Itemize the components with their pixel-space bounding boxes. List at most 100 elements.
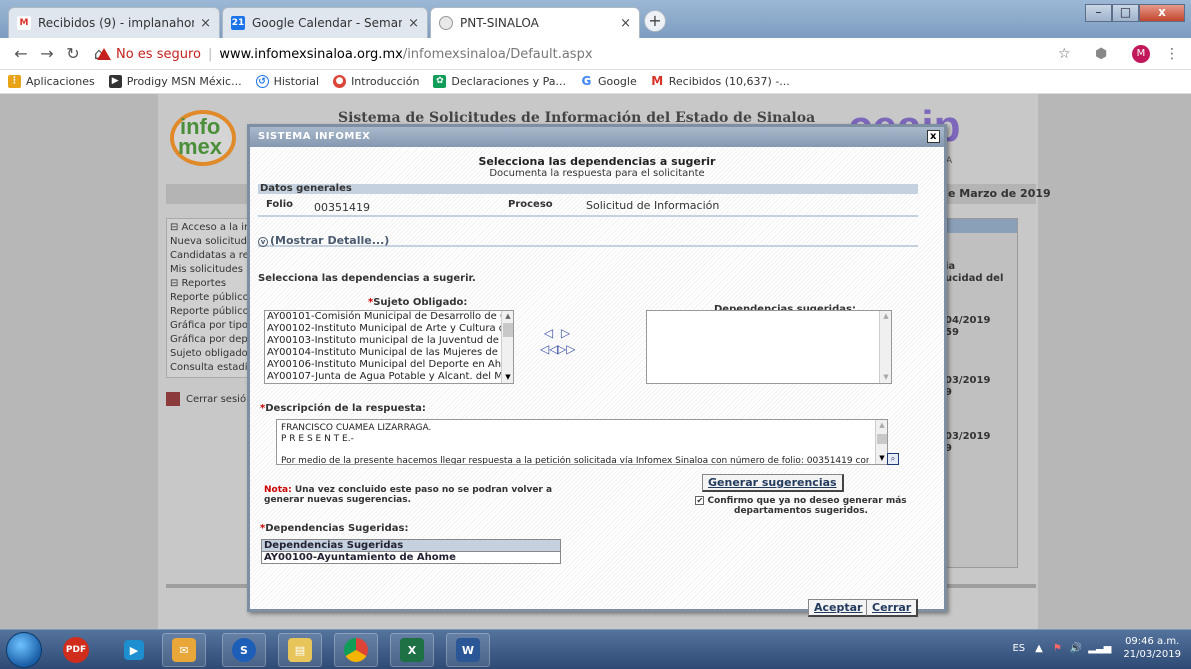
- signal-icon[interactable]: ▂▃▅: [1088, 643, 1111, 654]
- bookmark-declaraciones[interactable]: ✿ Declaraciones y Pa...: [433, 75, 566, 88]
- close-icon[interactable]: ×: [408, 16, 419, 31]
- close-icon[interactable]: ×: [200, 16, 211, 31]
- extension-icon[interactable]: ⬢: [1095, 46, 1107, 62]
- list-item[interactable]: AY00101-Comisión Municipal de Desarrollo…: [265, 311, 501, 323]
- scroll-thumb[interactable]: [877, 434, 887, 444]
- tab-gmail[interactable]: M Recibidos (9) - implanahome201 ×: [8, 7, 220, 38]
- volume-icon[interactable]: 🔊: [1070, 643, 1082, 654]
- magnifier-icon[interactable]: ⌕: [887, 453, 899, 465]
- star-icon[interactable]: ☆: [1058, 46, 1071, 62]
- back-icon[interactable]: ←: [8, 44, 34, 63]
- table-header: [941, 219, 1017, 233]
- reload-icon[interactable]: ↻: [60, 44, 86, 63]
- sujeto-obligado-listbox[interactable]: AY00101-Comisión Municipal de Desarrollo…: [264, 310, 514, 384]
- menu-icon[interactable]: ⋮: [1165, 46, 1179, 62]
- scroll-up-icon[interactable]: ▲: [880, 311, 892, 322]
- bookmark-label: Introducción: [351, 75, 420, 88]
- detail-toggle-label: (Mostrar Detalle...): [270, 234, 390, 247]
- security-warning[interactable]: No es seguro: [97, 47, 201, 62]
- word-app-icon[interactable]: W: [446, 633, 490, 667]
- pdf-app-icon[interactable]: PDF: [54, 633, 98, 667]
- network-alert-icon[interactable]: ⚑: [1053, 643, 1062, 654]
- scroll-thumb[interactable]: [503, 323, 513, 337]
- dialog-close-button[interactable]: x: [927, 130, 940, 143]
- start-button[interactable]: [6, 632, 42, 668]
- infomex-dialog: SISTEMA INFOMEX x Selecciona las depende…: [247, 124, 947, 617]
- window-close-button[interactable]: x: [1139, 4, 1185, 22]
- scroll-up-icon[interactable]: ▲: [876, 420, 887, 431]
- maximize-button[interactable]: □: [1112, 4, 1139, 22]
- descripcion-textarea[interactable]: FRANCISCO CUAMEA LIZÁRRAGA. P R E S E N …: [276, 419, 888, 465]
- confirm-checkbox-row[interactable]: ✔ Confirmo que ya no deseo generar más d…: [666, 496, 936, 516]
- transfer-arrows: ◁ ▷ ◁◁▷▷: [540, 325, 580, 357]
- bookmark-prodigy[interactable]: ▶ Prodigy MSN Méxic...: [108, 75, 242, 88]
- bookmark-introduccion[interactable]: ● Introducción: [333, 75, 419, 88]
- calendar-icon: 21: [231, 16, 245, 30]
- note-body: Una vez concluido este paso no se podran…: [264, 485, 553, 505]
- cerrar-button[interactable]: Cerrar: [866, 599, 919, 617]
- s-app-icon[interactable]: S: [222, 633, 266, 667]
- textarea-scrollbar[interactable]: ▲ ▼: [875, 420, 887, 464]
- aceptar-button[interactable]: Aceptar: [808, 599, 870, 617]
- site-icon: [439, 16, 453, 30]
- excel-app-icon[interactable]: X: [390, 633, 434, 667]
- list-item[interactable]: AY00104-Instituto Municipal de las Mujer…: [265, 347, 501, 359]
- list-item[interactable]: AY00103-Instituto municipal de la Juvent…: [265, 335, 501, 347]
- language-indicator[interactable]: ES: [1012, 643, 1025, 654]
- show-detail-toggle[interactable]: v (Mostrar Detalle...): [258, 235, 918, 247]
- windows-taskbar: PDF ▶ ✉ S ▤ X W ES ▲ ⚑ 🔊 ▂▃▅ 09:46 a.m. …: [0, 629, 1191, 669]
- url-host: www.infomexsinaloa.org.mx: [219, 46, 403, 62]
- forward-icon[interactable]: →: [34, 44, 60, 63]
- bookmarks-bar: ⋮ Aplicaciones ▶ Prodigy MSN Méxic... ↺ His…: [0, 70, 1191, 94]
- minimize-button[interactable]: –: [1085, 4, 1112, 22]
- scroll-down-icon[interactable]: ▼: [502, 372, 513, 383]
- table-row[interactable]: AY00100-Ayuntamiento de Ahome: [262, 552, 560, 563]
- url-input[interactable]: No es seguro | www.infomexsinaloa.org.mx…: [97, 43, 1037, 65]
- move-left-icon[interactable]: ◁: [540, 325, 557, 341]
- bookmark-google[interactable]: G Google: [579, 75, 637, 88]
- tray-expand-icon[interactable]: ▲: [1035, 643, 1043, 654]
- table-cell: 03/2019 9: [945, 431, 990, 455]
- bookmark-label: Recibidos (10,637) -...: [668, 75, 790, 88]
- list-item[interactable]: AY00106-Instituto Municipal del Deporte …: [265, 359, 501, 371]
- scroll-down-icon[interactable]: ▼: [876, 453, 887, 464]
- logout-link[interactable]: Cerrar sesión: [166, 392, 252, 406]
- mail-app-icon[interactable]: ✉: [162, 633, 206, 667]
- logo-text: mex: [178, 134, 223, 159]
- explorer-app-icon[interactable]: ▤: [278, 633, 322, 667]
- dependencias-sugeridas-listbox[interactable]: ▲ ▼: [646, 310, 892, 384]
- declaraciones-icon: ✿: [433, 75, 447, 88]
- generar-sugerencias-button[interactable]: Generar sugerencias: [702, 474, 844, 492]
- dialog-header: SISTEMA INFOMEX x: [250, 127, 944, 147]
- msn-icon: ▶: [108, 75, 122, 88]
- table-cell: ia ucidad del: [945, 261, 1003, 285]
- cell-text: 03/2019: [945, 431, 991, 442]
- scroll-up-icon[interactable]: ▲: [502, 311, 513, 322]
- new-tab-button[interactable]: +: [644, 10, 666, 32]
- dialog-title: SISTEMA INFOMEX: [258, 131, 371, 142]
- chrome-app-icon[interactable]: [334, 633, 378, 667]
- list-item[interactable]: AY00102-Instituto Municipal de Arte y Cu…: [265, 323, 501, 335]
- clock[interactable]: 09:46 a.m. 21/03/2019: [1123, 635, 1181, 661]
- bookmark-label: Historial: [273, 75, 320, 88]
- bookmark-label: Prodigy MSN Méxic...: [126, 75, 242, 88]
- bookmark-recibidos[interactable]: M Recibidos (10,637) -...: [650, 75, 790, 88]
- move-all-left-icon[interactable]: ◁◁: [540, 341, 558, 357]
- bookmark-historial[interactable]: ↺ Historial: [255, 75, 320, 88]
- profile-avatar[interactable]: M: [1132, 45, 1150, 63]
- dependencias-table: Dependencias Sugeridas AY00100-Ayuntamie…: [261, 539, 561, 564]
- tab-calendar[interactable]: 21 Google Calendar - Semana del 1 ×: [222, 7, 428, 38]
- confirm-checkbox[interactable]: ✔: [695, 496, 705, 505]
- close-icon[interactable]: ×: [620, 16, 631, 31]
- scroll-down-icon[interactable]: ▼: [880, 372, 892, 383]
- move-all-right-icon[interactable]: ▷▷: [557, 341, 575, 357]
- move-right-icon[interactable]: ▷: [557, 325, 574, 341]
- list-item[interactable]: AY00107-Junta de Agua Potable y Alcant. …: [265, 371, 501, 383]
- media-app-icon[interactable]: ▶: [112, 633, 156, 667]
- listbox-scrollbar[interactable]: ▲ ▼: [879, 311, 891, 383]
- listbox-scrollbar[interactable]: ▲ ▼: [501, 311, 513, 383]
- dialog-subtitle-2: Documenta la respuesta para el solicitan…: [489, 168, 705, 179]
- tab-pnt-sinaloa[interactable]: PNT-SINALOA ×: [430, 7, 640, 38]
- cell-text: 04/2019: [945, 315, 991, 326]
- bookmark-aplicaciones[interactable]: ⋮ Aplicaciones: [8, 75, 95, 88]
